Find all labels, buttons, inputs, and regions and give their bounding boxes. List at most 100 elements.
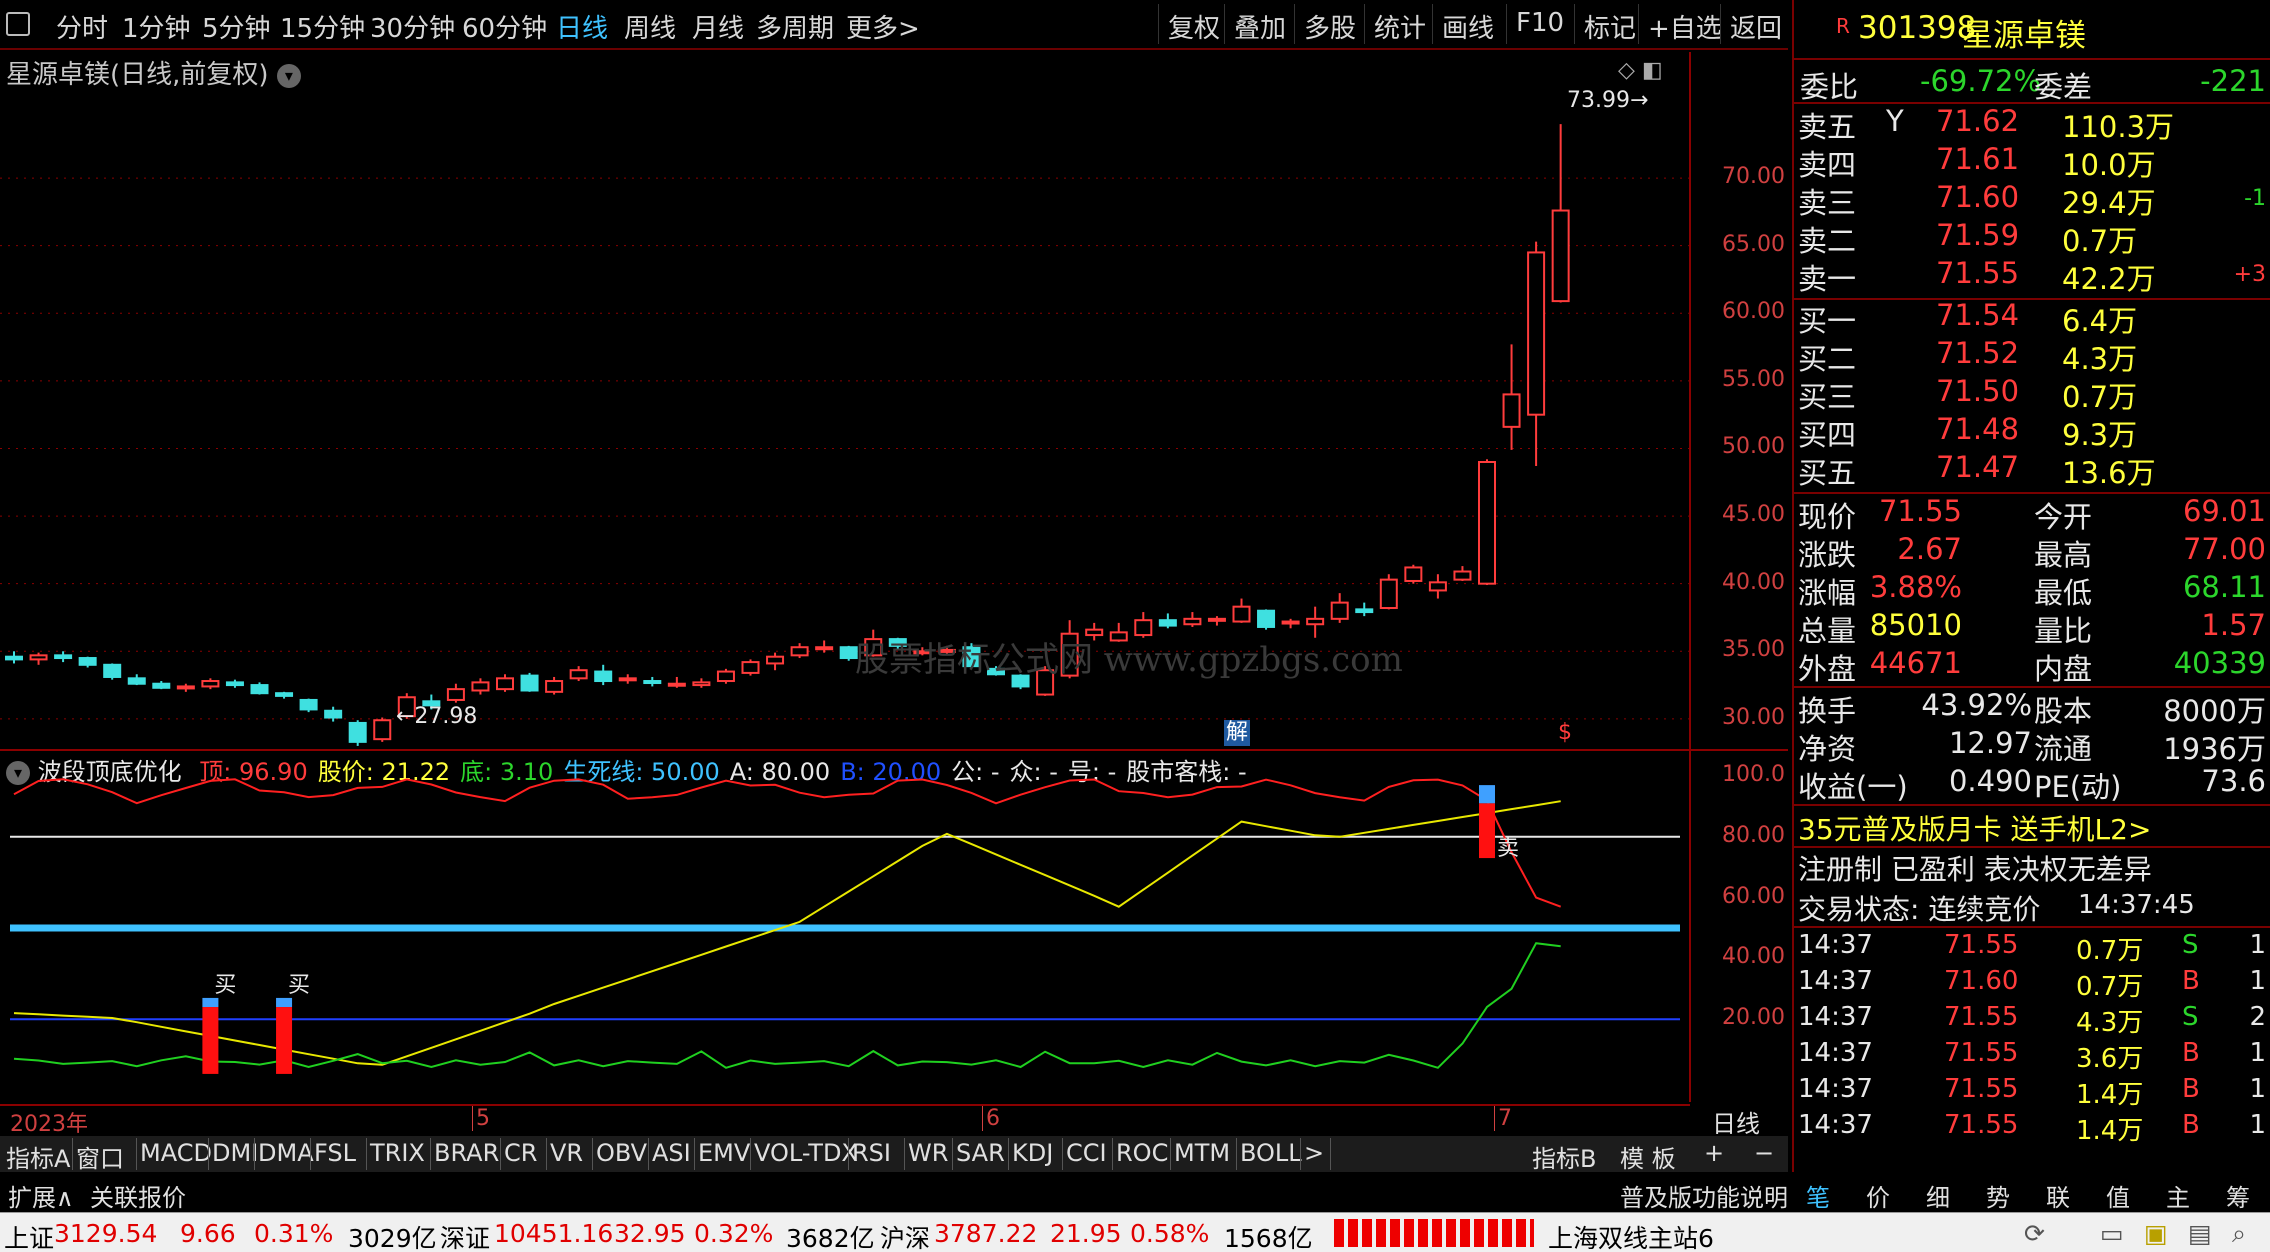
candle[interactable] xyxy=(1404,564,1423,584)
candle[interactable] xyxy=(373,717,392,742)
period-tab-10[interactable]: 更多> xyxy=(846,8,920,45)
candle[interactable] xyxy=(1232,598,1251,623)
candle[interactable] xyxy=(1428,574,1447,599)
indicator-tab-25[interactable]: + xyxy=(1704,1139,1724,1167)
candle[interactable] xyxy=(348,720,367,746)
candle[interactable] xyxy=(1527,241,1546,467)
candle[interactable] xyxy=(324,706,343,722)
candle[interactable] xyxy=(496,674,514,692)
related-quote-button[interactable]: 关联报价 xyxy=(90,1178,186,1213)
quote-tab-1[interactable]: 价 xyxy=(1866,1178,1890,1213)
indicator-tab-21[interactable]: BOLL xyxy=(1240,1139,1302,1167)
tool-button-8[interactable]: 返回 xyxy=(1730,8,1782,45)
indicator-tab-14[interactable]: RSI xyxy=(852,1139,891,1167)
tick-row[interactable]: 14:37 71.60 0.7万 B 1 xyxy=(1794,966,2270,1004)
candle[interactable] xyxy=(643,676,662,687)
bid-row[interactable]: 买二 71.52 4.3万 xyxy=(1794,336,2270,376)
indicator-tab-17[interactable]: KDJ xyxy=(1012,1139,1053,1167)
indicator-tab-24[interactable]: 模 板 xyxy=(1620,1139,1676,1174)
period-tab-8[interactable]: 月线 xyxy=(692,8,744,45)
tool-button-5[interactable]: F10 xyxy=(1516,8,1564,38)
period-tab-3[interactable]: 15分钟 xyxy=(280,8,365,45)
tick-row[interactable]: 14:37 71.55 3.6万 B 1 xyxy=(1794,1038,2270,1076)
indicator-tab-0[interactable]: 指标A xyxy=(6,1139,70,1174)
candle[interactable] xyxy=(176,683,195,692)
candle[interactable] xyxy=(5,651,23,664)
tick-row[interactable]: 14:37 71.55 1.4万 B 1 xyxy=(1794,1074,2270,1112)
candle[interactable] xyxy=(127,674,146,686)
quote-tab-4[interactable]: 联 xyxy=(2046,1178,2070,1213)
indicator-chart[interactable]: 买 买 卖 xyxy=(0,770,1690,1105)
candle[interactable] xyxy=(667,676,686,688)
candle[interactable] xyxy=(250,682,269,695)
tool-button-7[interactable]: +自选 xyxy=(1648,8,1722,45)
candle[interactable] xyxy=(1453,566,1472,581)
bid-row[interactable]: 买五 71.47 13.6万 xyxy=(1794,450,2270,490)
unlock-marker[interactable]: 解 xyxy=(1224,720,1251,746)
indicator-tab-22[interactable]: > xyxy=(1304,1139,1324,1167)
tool-button-0[interactable]: 复权 xyxy=(1168,8,1220,45)
period-tab-5[interactable]: 60分钟 xyxy=(462,8,547,45)
bid-row[interactable]: 买一 71.54 6.4万 xyxy=(1794,298,2270,338)
period-tab-7[interactable]: 周线 xyxy=(624,8,676,45)
ask-row[interactable]: 卖四 71.61 10.0万 xyxy=(1794,142,2270,182)
lock-icon[interactable]: ▣ xyxy=(2144,1219,2168,1248)
candle[interactable] xyxy=(78,656,97,668)
candle[interactable] xyxy=(716,668,735,684)
indicator-tab-1[interactable]: 窗口 xyxy=(76,1139,124,1174)
quote-tab-6[interactable]: 主 xyxy=(2166,1178,2190,1213)
indicator-tab-4[interactable]: DMA xyxy=(258,1139,314,1167)
candle[interactable] xyxy=(1257,609,1276,630)
candle[interactable] xyxy=(1379,574,1398,610)
search-icon[interactable]: ⌕ xyxy=(2232,1219,2246,1249)
dividend-marker[interactable]: $ xyxy=(1558,720,1572,745)
bid-row[interactable]: 买三 71.50 0.7万 xyxy=(1794,374,2270,414)
candle[interactable] xyxy=(471,678,490,695)
candle[interactable] xyxy=(103,663,122,680)
buy-signal[interactable]: 买 xyxy=(202,973,236,1074)
ask-row[interactable]: 卖三 71.60 29.4万 -1 xyxy=(1794,180,2270,220)
candle[interactable] xyxy=(299,698,318,713)
indicator-tab-23[interactable]: 指标B xyxy=(1532,1139,1596,1174)
tool-button-1[interactable]: 叠加 xyxy=(1234,8,1286,45)
indicator-tab-5[interactable]: FSL xyxy=(314,1139,356,1167)
candle[interactable] xyxy=(1330,593,1349,623)
period-tab-2[interactable]: 5分钟 xyxy=(202,8,271,45)
candle[interactable] xyxy=(815,640,834,653)
candle[interactable] xyxy=(201,678,220,690)
quote-tab-5[interactable]: 值 xyxy=(2106,1178,2130,1213)
sh-index-name[interactable]: 上证 xyxy=(4,1219,54,1252)
candle[interactable] xyxy=(1478,459,1496,586)
candle[interactable] xyxy=(1355,602,1374,617)
candle[interactable] xyxy=(1207,616,1226,626)
tool-button-6[interactable]: 标记 xyxy=(1584,8,1636,45)
server-name[interactable]: 上海双线主站6 xyxy=(1548,1219,1714,1252)
sell-signal[interactable]: 卖 xyxy=(1479,785,1519,861)
feature-help-button[interactable]: 普及版功能说明 xyxy=(1620,1178,1788,1213)
indicator-tab-3[interactable]: DMI xyxy=(212,1139,258,1167)
period-tab-6[interactable]: 日线 xyxy=(556,8,608,45)
period-label[interactable]: 日线 xyxy=(1712,1104,1760,1139)
candle[interactable] xyxy=(1158,613,1177,629)
indicator-tab-20[interactable]: MTM xyxy=(1174,1139,1230,1167)
candle[interactable] xyxy=(520,672,539,692)
indicator-tab-12[interactable]: EMV xyxy=(698,1139,750,1167)
quote-tab-0[interactable]: 笔 xyxy=(1806,1178,1830,1213)
candle[interactable] xyxy=(1281,618,1300,629)
candle[interactable] xyxy=(790,643,809,659)
candle[interactable] xyxy=(741,659,760,676)
promo-row[interactable]: 35元普及版月卡 送手机L2> xyxy=(1794,808,2270,846)
expand-button[interactable]: 扩展∧ xyxy=(8,1178,74,1213)
indicator-tab-13[interactable]: VOL-TDX xyxy=(754,1139,858,1167)
candle[interactable] xyxy=(569,666,588,682)
candle[interactable] xyxy=(1183,612,1202,627)
indicator-tab-7[interactable]: BRAR xyxy=(434,1139,499,1167)
candle[interactable] xyxy=(275,691,294,699)
candle[interactable] xyxy=(225,679,244,688)
candle[interactable] xyxy=(594,664,613,686)
tool-button-2[interactable]: 多股 xyxy=(1304,8,1356,45)
period-tab-0[interactable]: 分时 xyxy=(56,8,108,45)
candle[interactable] xyxy=(1502,344,1521,450)
indicator-tab-2[interactable]: MACD xyxy=(140,1139,212,1167)
indicator-tab-18[interactable]: CCI xyxy=(1066,1139,1107,1167)
